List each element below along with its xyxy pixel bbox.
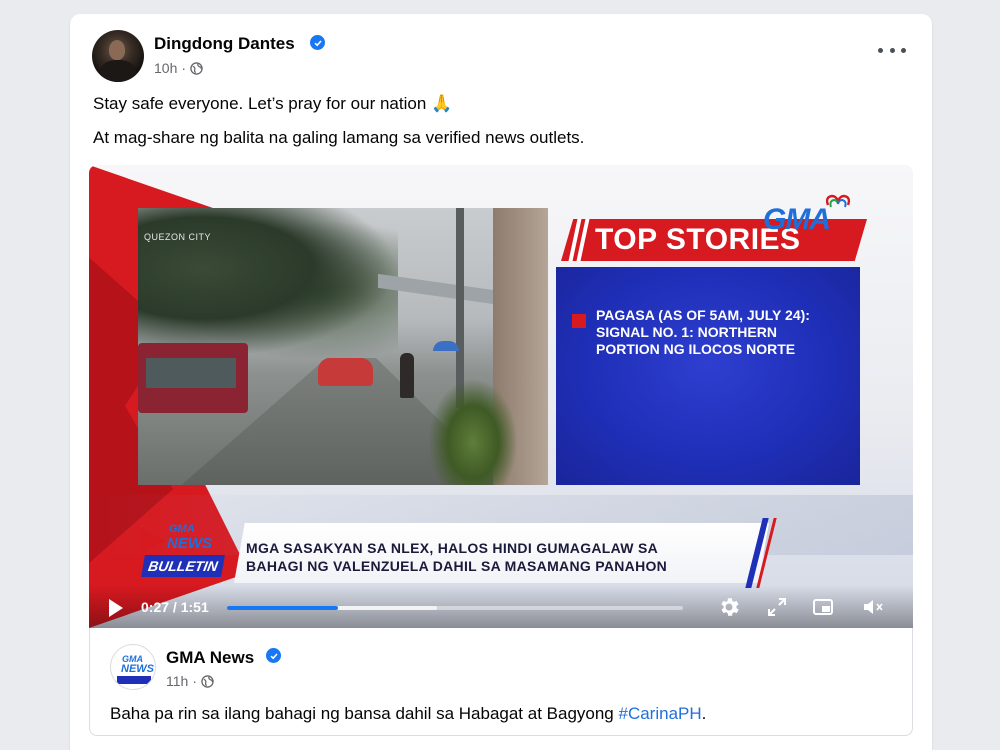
shared-text-body: Baha pa rin sa ilang bahagi ng bansa dah…: [110, 704, 619, 723]
shared-text-period: .: [701, 704, 707, 723]
muted-volume-icon[interactable]: [861, 595, 885, 619]
umbrella: [433, 341, 459, 351]
flooded-street-footage: QUEZON CITY: [138, 208, 548, 485]
headline-text: MGA SASAKYAN SA NLEX, HALOS HINDI GUMAGA…: [246, 539, 667, 575]
gma-heart-icon: [825, 194, 851, 208]
picture-in-picture-icon[interactable]: [811, 595, 835, 619]
video-progress-bar[interactable]: [227, 606, 683, 610]
story-bullet: [572, 314, 586, 328]
dot-icon: [878, 47, 883, 53]
meta-separator: ·: [192, 673, 197, 689]
globe-icon: [201, 674, 214, 688]
verified-badge-icon: [266, 648, 281, 663]
dot-icon: [889, 47, 895, 53]
play-icon[interactable]: [109, 599, 123, 617]
post-meta: 10h ·: [154, 60, 203, 76]
gma-logo-text: GMA: [763, 203, 831, 236]
post-card: Dingdong Dantes 10h · Stay safe everyone…: [70, 14, 932, 750]
post-line-1-text: Stay safe everyone. Let’s pray for our n…: [93, 94, 427, 113]
author-avatar[interactable]: [92, 30, 144, 82]
video-player[interactable]: QUEZON CITY TOP STORIES GMA PAGASA (AS O…: [89, 165, 913, 628]
shared-timestamp[interactable]: 11h: [166, 673, 188, 689]
post-text-line-1: Stay safe everyone. Let’s pray for our n…: [93, 94, 452, 114]
total-duration: 1:51: [180, 599, 209, 615]
shared-post-text: Baha pa rin sa ilang bahagi ng bansa dah…: [110, 704, 706, 724]
pedestrian: [400, 353, 414, 398]
news-bulletin-logo: GMA NEWS BULLETIN: [139, 521, 229, 583]
praying-hands-emoji-icon: 🙏: [431, 94, 453, 113]
elapsed-time: 0:27: [141, 599, 170, 615]
avatar-face: [109, 40, 125, 60]
video-controls: 0:27 / 1:51: [89, 585, 913, 628]
verified-badge-icon: [310, 35, 325, 50]
story-panel: PAGASA (AS OF 5AM, JULY 24): SIGNAL NO. …: [556, 267, 860, 485]
dot-icon: [901, 47, 906, 53]
shared-post-attachment[interactable]: GMA NEWS GMA News 11h · Baha pa rin sa i…: [89, 628, 913, 736]
bulletin-logo-news: NEWS: [167, 535, 212, 552]
globe-icon: [190, 61, 203, 75]
bulletin-logo-bulletin: BULLETIN: [141, 555, 225, 577]
settings-gear-icon[interactable]: [717, 595, 741, 619]
headline-bar: MGA SASAKYAN SA NLEX, HALOS HINDI GUMAGA…: [234, 523, 769, 583]
bulletin-logo-gma: GMA: [169, 523, 195, 535]
avatar-figure: [100, 60, 136, 82]
video-time: 0:27 / 1:51: [141, 599, 209, 615]
fullscreen-icon[interactable]: [765, 595, 789, 619]
headline-line-2: BAHAGI NG VALENZUELA DAHIL SA MASAMANG P…: [246, 558, 668, 574]
post-timestamp[interactable]: 10h: [154, 60, 177, 76]
jeepney-window: [146, 358, 236, 388]
more-options-icon[interactable]: [878, 40, 906, 60]
bulletin-red-triangle: [139, 527, 165, 555]
story-text: PAGASA (AS OF 5AM, JULY 24): SIGNAL NO. …: [596, 307, 810, 357]
avatar-logo-news: NEWS: [121, 663, 154, 675]
red-car: [318, 358, 373, 386]
shared-post-meta: 11h ·: [166, 673, 214, 689]
headline-line-1: MGA SASAKYAN SA NLEX, HALOS HINDI GUMAGA…: [246, 540, 659, 556]
avatar-logo-bar: [117, 676, 151, 684]
gma-news-avatar[interactable]: GMA NEWS: [110, 644, 156, 690]
gma-logo: GMA: [763, 193, 858, 237]
potted-plants: [428, 378, 518, 485]
shared-author-name[interactable]: GMA News: [166, 648, 254, 668]
author-name[interactable]: Dingdong Dantes: [154, 34, 295, 54]
location-tag: QUEZON CITY: [144, 232, 212, 242]
post-text-line-2: At mag-share ng balita na galing lamang …: [93, 128, 585, 147]
played-bar: [227, 606, 338, 610]
meta-separator: ·: [181, 60, 187, 76]
trees: [138, 208, 398, 358]
hashtag-link[interactable]: #CarinaPH: [619, 704, 702, 723]
time-separator: /: [169, 599, 181, 615]
